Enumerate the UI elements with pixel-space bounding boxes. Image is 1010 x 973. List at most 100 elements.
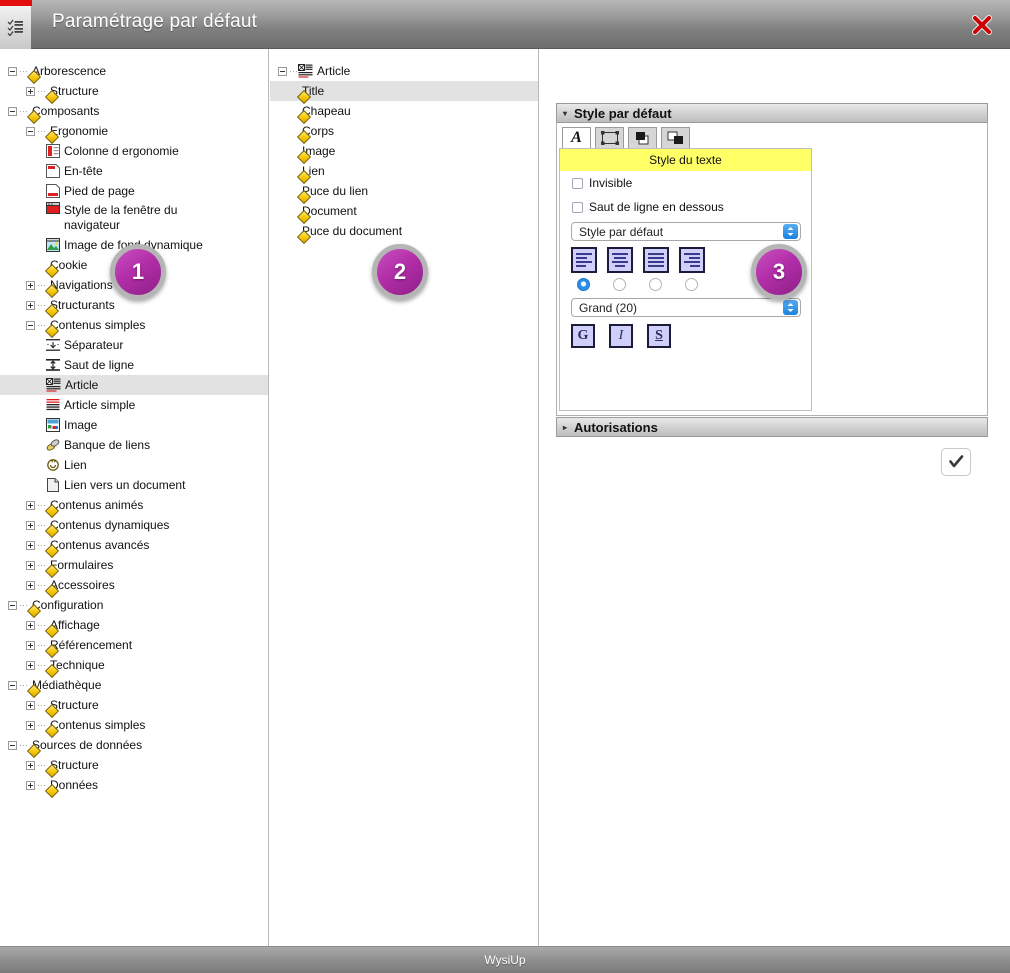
tree-item-corps[interactable]: Corps: [270, 121, 538, 141]
align-right-button[interactable]: [679, 247, 705, 273]
invisible-checkbox-row[interactable]: Invisible: [560, 171, 811, 195]
tree-item-article[interactable]: Article: [0, 375, 268, 395]
text-style-tab[interactable]: A: [562, 127, 591, 149]
components-tree[interactable]: ··· Arborescence ··· Structure ··· Composants…: [0, 49, 268, 795]
article-fields-tree-panel[interactable]: ··· Article Title Chapeau Corps Image Lien Puce…: [270, 49, 539, 946]
list-menu-icon[interactable]: [0, 6, 31, 49]
components-tree-panel[interactable]: ··· Arborescence ··· Structure ··· Composants…: [0, 49, 269, 946]
line-break-checkbox-row[interactable]: Saut de ligne en dessous: [560, 195, 811, 219]
tree-item-ergonomie[interactable]: ··· Ergonomie: [0, 121, 268, 141]
collapse-icon[interactable]: [278, 66, 287, 76]
box-style-tab[interactable]: [595, 127, 624, 149]
expand-icon[interactable]: [26, 700, 35, 710]
tree-item-article[interactable]: ··· Article: [270, 61, 538, 81]
tree-item-lien-vers-un-document[interactable]: Lien vers un document: [0, 475, 268, 495]
tree-item-m-diath-que[interactable]: ··· Médiathèque: [0, 675, 268, 695]
underline-button[interactable]: S: [647, 324, 671, 348]
expand-icon[interactable]: [26, 780, 35, 790]
tree-item-affichage[interactable]: ··· Affichage: [0, 615, 268, 635]
align-right-radio[interactable]: [685, 278, 698, 291]
tree-item-composants[interactable]: ··· Composants: [0, 101, 268, 121]
align-left-button[interactable]: [571, 247, 597, 273]
close-icon[interactable]: [969, 12, 995, 38]
tree-item-lien[interactable]: Lien: [270, 161, 538, 181]
tree-item-contenus-avanc-s[interactable]: ··· Contenus avancés: [0, 535, 268, 555]
format-buttons[interactable]: G I S: [560, 324, 811, 348]
permissions-section-header[interactable]: ▸ Autorisations: [556, 417, 988, 437]
validate-button[interactable]: [941, 448, 971, 476]
expand-icon[interactable]: [26, 660, 35, 670]
tree-item-contenus-dynamiques[interactable]: ··· Contenus dynamiques: [0, 515, 268, 535]
invisible-checkbox[interactable]: [572, 177, 583, 189]
collapse-icon[interactable]: [26, 320, 35, 330]
tree-item-banque-de-liens[interactable]: Banque de liens: [0, 435, 268, 455]
tree-item-accessoires[interactable]: ··· Accessoires: [0, 575, 268, 595]
tree-item-title[interactable]: Title: [270, 81, 538, 101]
tree-item-lien[interactable]: Lien: [0, 455, 268, 475]
tree-item-colonne-d-ergonomie[interactable]: Colonne d ergonomie: [0, 141, 268, 161]
expand-icon[interactable]: [26, 280, 35, 290]
tree-item-structure[interactable]: ··· Structure: [0, 755, 268, 775]
tree-item-style-de-la-fen-tre-du-navigateur[interactable]: Style de la fenêtre du navigateur: [0, 201, 268, 235]
collapse-icon[interactable]: [8, 106, 17, 116]
tree-item-saut-de-ligne[interactable]: Saut de ligne: [0, 355, 268, 375]
expand-icon[interactable]: [26, 300, 35, 310]
tree-item-label: Puce du lien: [302, 184, 369, 198]
italic-button[interactable]: I: [609, 324, 633, 348]
tree-item-chapeau[interactable]: Chapeau: [270, 101, 538, 121]
tree-item-image[interactable]: Image: [270, 141, 538, 161]
align-justify-radio[interactable]: [649, 278, 662, 291]
tree-item-technique[interactable]: ··· Technique: [0, 655, 268, 675]
tree-item-document[interactable]: Document: [270, 201, 538, 221]
align-center-radio[interactable]: [613, 278, 626, 291]
tree-item-contenus-simples[interactable]: ··· Contenus simples: [0, 715, 268, 735]
collapse-icon[interactable]: [8, 600, 17, 610]
tree-item-formulaires[interactable]: ··· Formulaires: [0, 555, 268, 575]
tree-item-r-f-rencement[interactable]: ··· Référencement: [0, 635, 268, 655]
collapse-icon[interactable]: [8, 680, 17, 690]
bold-button[interactable]: G: [571, 324, 595, 348]
tree-item-sources-de-donn-es[interactable]: ··· Sources de données: [0, 735, 268, 755]
article-fields-tree[interactable]: ··· Article Title Chapeau Corps Image Lien Puce…: [270, 49, 538, 241]
tree-item-puce-du-document[interactable]: Puce du document: [270, 221, 538, 241]
align-left-radio[interactable]: [577, 278, 590, 291]
collapse-icon[interactable]: [8, 740, 17, 750]
line-break-checkbox[interactable]: [572, 201, 583, 213]
tree-item-configuration[interactable]: ··· Configuration: [0, 595, 268, 615]
style-section-header[interactable]: ▾ Style par défaut: [556, 103, 988, 123]
expand-icon[interactable]: [26, 720, 35, 730]
tree-item-arborescence[interactable]: ··· Arborescence: [0, 61, 268, 81]
tree-item-label: Accessoires: [50, 578, 115, 592]
align-justify-button[interactable]: [643, 247, 669, 273]
expand-icon[interactable]: [26, 760, 35, 770]
background-style-tab[interactable]: [661, 127, 690, 149]
tree-item-structure[interactable]: ··· Structure: [0, 81, 268, 101]
tree-item-contenus-simples[interactable]: ··· Contenus simples: [0, 315, 268, 335]
tree-item-article-simple[interactable]: Article simple: [0, 395, 268, 415]
expand-icon[interactable]: [26, 580, 35, 590]
tree-item-contenus-anim-s[interactable]: ··· Contenus animés: [0, 495, 268, 515]
tree-item-puce-du-lien[interactable]: Puce du lien: [270, 181, 538, 201]
shadow-style-tab[interactable]: [628, 127, 657, 149]
expand-icon[interactable]: [26, 620, 35, 630]
align-center-button[interactable]: [607, 247, 633, 273]
expand-icon[interactable]: [26, 560, 35, 570]
expand-icon[interactable]: [26, 640, 35, 650]
expand-icon[interactable]: [26, 86, 35, 96]
expand-icon[interactable]: [26, 540, 35, 550]
tree-item-s-parateur[interactable]: Séparateur: [0, 335, 268, 355]
size-select[interactable]: Grand (20): [571, 298, 801, 317]
collapse-icon[interactable]: [8, 66, 17, 76]
tree-item-label: Séparateur: [64, 338, 124, 352]
tree-item-donn-es[interactable]: ··· Données: [0, 775, 268, 795]
expand-icon[interactable]: [26, 500, 35, 510]
collapse-icon[interactable]: [26, 126, 35, 136]
tree-item-en-t-te[interactable]: En-tête: [0, 161, 268, 181]
style-tabs-toolbar[interactable]: A: [562, 127, 690, 149]
tree-item-pied-de-page[interactable]: Pied de page: [0, 181, 268, 201]
tree-item-image[interactable]: Image: [0, 415, 268, 435]
tree-item-structure[interactable]: ··· Structure: [0, 695, 268, 715]
style-select[interactable]: Style par défaut: [571, 222, 801, 241]
line-break-label: Saut de ligne en dessous: [589, 200, 724, 214]
expand-icon[interactable]: [26, 520, 35, 530]
